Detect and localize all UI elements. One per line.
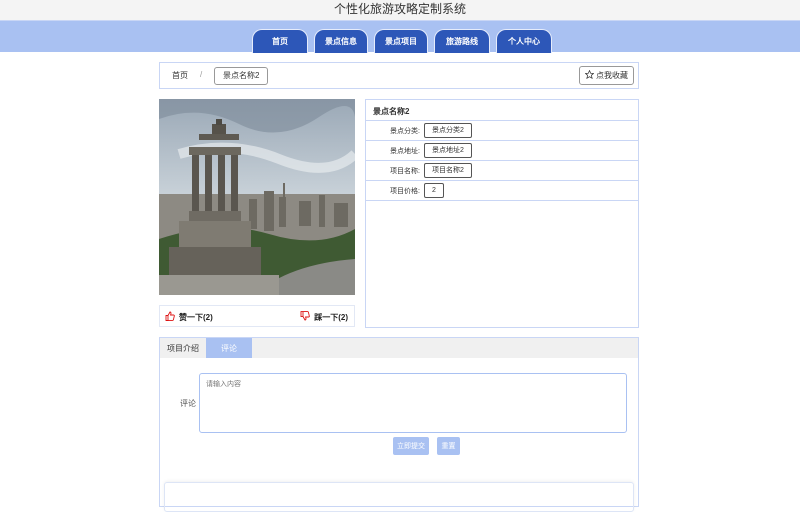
- info-value: 2: [424, 183, 444, 198]
- breadcrumb-separator: /: [200, 70, 203, 79]
- nav-item-attractions[interactable]: 景点信息: [314, 29, 368, 53]
- star-icon: [584, 69, 595, 81]
- breadcrumb: 首页 / 景点名称2 点我收藏: [159, 62, 639, 89]
- nav-item-routes[interactable]: 旅游路线: [434, 29, 490, 53]
- comment-list-card: [164, 482, 634, 512]
- submit-button[interactable]: 立即提交: [393, 437, 429, 455]
- app-title: 个性化旅游攻略定制系统: [333, 2, 466, 16]
- info-row-project-name: 项目名称: 项目名称2: [366, 161, 638, 181]
- info-label: 景点地址:: [390, 147, 420, 155]
- reaction-bar: 赞一下(2) 踩一下(2): [159, 305, 355, 327]
- nav-item-home[interactable]: 首页: [252, 29, 308, 53]
- info-row-price: 项目价格: 2: [366, 181, 638, 201]
- thumbs-down-icon: [300, 311, 311, 323]
- attraction-photo: [159, 99, 355, 295]
- nav-items: 首页 景点信息 景点项目 旅游路线 个人中心: [252, 29, 552, 53]
- nav-item-profile[interactable]: 个人中心: [496, 29, 552, 53]
- info-label: 项目价格:: [390, 187, 420, 195]
- info-label: 景点分类:: [390, 127, 420, 135]
- like-button[interactable]: 赞一下(2): [165, 311, 213, 323]
- tab-comments[interactable]: 评论: [206, 338, 252, 358]
- info-value: 景点分类2: [424, 123, 472, 138]
- app-header: 个性化旅游攻略定制系统: [0, 0, 800, 20]
- attraction-name: 景点名称2: [366, 100, 638, 121]
- attraction-info-panel: 景点名称2 景点分类: 景点分类2 景点地址: 景点地址2 项目名称: 项目名称…: [365, 99, 639, 328]
- favorite-button[interactable]: 点我收藏: [579, 66, 634, 85]
- reset-button[interactable]: 重置: [437, 437, 460, 455]
- breadcrumb-current: 景点名称2: [214, 67, 269, 85]
- tab-header: 项目介绍 评论: [160, 338, 638, 358]
- dislike-button[interactable]: 踩一下(2): [300, 311, 348, 323]
- info-row-address: 景点地址: 景点地址2: [366, 141, 638, 161]
- dislike-label: 踩一下(2): [314, 312, 348, 322]
- info-value: 项目名称2: [424, 163, 472, 178]
- tabs-panel: 项目介绍 评论 评论 立即提交 重置: [159, 337, 639, 512]
- like-label: 赞一下(2): [179, 312, 213, 322]
- breadcrumb-home[interactable]: 首页: [172, 70, 188, 81]
- favorite-label: 点我收藏: [596, 71, 628, 80]
- info-row-category: 景点分类: 景点分类2: [366, 121, 638, 141]
- comment-label: 评论: [180, 399, 196, 408]
- tab-project-intro[interactable]: 项目介绍: [160, 338, 206, 358]
- nav-bar: 首页 景点信息 景点项目 旅游路线 个人中心: [0, 20, 800, 53]
- thumbs-up-icon: [165, 311, 175, 323]
- info-label: 项目名称:: [390, 167, 420, 175]
- info-value: 景点地址2: [424, 143, 472, 158]
- comment-input[interactable]: [199, 373, 627, 433]
- nav-item-projects[interactable]: 景点项目: [374, 29, 428, 53]
